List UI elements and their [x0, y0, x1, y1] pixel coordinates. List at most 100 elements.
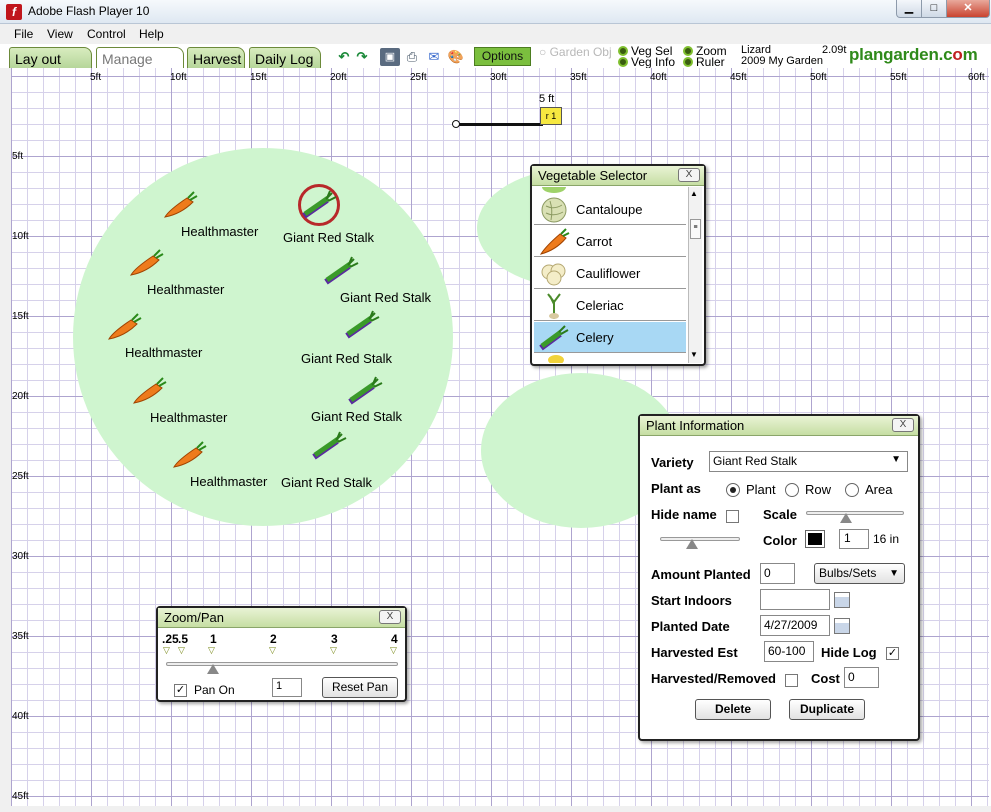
color-swatch[interactable]: [805, 530, 825, 548]
color-label: Color: [763, 533, 797, 548]
carrot-icon: [539, 228, 570, 255]
carrot-icon[interactable]: [161, 190, 199, 220]
chevron-down-icon: ▼: [889, 568, 899, 579]
celery-icon[interactable]: [323, 256, 361, 286]
save-icon[interactable]: ▣: [380, 48, 400, 66]
plant-label: Giant Red Stalk: [283, 230, 375, 245]
vegetable-selector-header[interactable]: Vegetable Selector X: [532, 166, 704, 186]
start-indoors-label: Start Indoors: [651, 593, 732, 608]
maximize-button[interactable]: □: [921, 0, 947, 18]
toggle-on-icon: [683, 57, 693, 67]
reset-pan-button[interactable]: Reset Pan: [322, 677, 398, 698]
label-position-slider[interactable]: [660, 537, 740, 541]
tab-manage-veg[interactable]: Manage Veg: [96, 47, 184, 83]
list-item[interactable]: Celeriac: [534, 290, 686, 321]
plant-label: Healthmaster: [125, 345, 203, 360]
zoom-slider-thumb[interactable]: [207, 664, 219, 674]
x-tick: 35ft: [570, 72, 587, 83]
measure-ruler-line[interactable]: [457, 123, 543, 126]
variety-label: Variety: [651, 455, 694, 470]
plant-as-row-label: Row: [805, 482, 832, 497]
carrot-icon[interactable]: [105, 312, 143, 342]
plant-information-panel: Plant Information X Variety Giant Red St…: [638, 414, 920, 741]
plant-information-close-button[interactable]: X: [892, 418, 914, 432]
x-tick: 45ft: [730, 72, 747, 83]
calendar-icon[interactable]: [834, 592, 850, 608]
tape-measure-icon[interactable]: r 1: [540, 107, 562, 125]
pan-value-input[interactable]: 1: [272, 678, 302, 697]
plant-as-row-radio[interactable]: [785, 483, 799, 497]
plant-information-header[interactable]: Plant Information X: [640, 416, 918, 436]
zoom-pan-header[interactable]: Zoom/Pan X: [158, 608, 405, 628]
scale-slider[interactable]: [806, 511, 904, 515]
harvested-est-input[interactable]: 60-100: [764, 641, 814, 662]
email-icon[interactable]: ✉: [424, 48, 444, 66]
scale-slider-thumb[interactable]: [840, 513, 852, 523]
tab-daily-log[interactable]: Daily Log: [249, 47, 321, 68]
scroll-up-icon[interactable]: ▲: [690, 189, 698, 198]
hide-log-checkbox[interactable]: ✓: [886, 647, 899, 660]
duplicate-button[interactable]: Duplicate: [789, 699, 865, 720]
menu-view[interactable]: View: [47, 27, 73, 41]
list-item[interactable]: Cauliflower: [534, 258, 686, 289]
pan-on-checkbox[interactable]: ✓: [174, 684, 187, 697]
label-position-slider-thumb[interactable]: [686, 539, 698, 549]
paint-palette-icon[interactable]: 🎨: [446, 48, 466, 66]
delete-button[interactable]: Delete: [695, 699, 771, 720]
flash-app-icon: f: [6, 4, 22, 20]
vegetable-list-scrollbar[interactable]: ▲ ≡ ▼: [688, 187, 702, 363]
carrot-icon[interactable]: [170, 440, 208, 470]
scrollbar-thumb[interactable]: ≡: [690, 219, 701, 239]
color-count-input[interactable]: 1: [839, 529, 869, 549]
options-button[interactable]: Options: [474, 47, 531, 66]
planted-date-input[interactable]: 4/27/2009: [760, 615, 830, 636]
undo-icon[interactable]: ↶: [334, 48, 354, 66]
menu-help[interactable]: Help: [139, 27, 164, 41]
zoom-mark: 2: [270, 632, 277, 646]
scroll-down-icon[interactable]: ▼: [690, 350, 698, 359]
plant-as-plant-radio[interactable]: [726, 483, 740, 497]
ruler-toggle[interactable]: Ruler: [683, 55, 725, 69]
celery-icon[interactable]: [301, 190, 339, 220]
celery-icon[interactable]: [311, 431, 349, 461]
celery-icon[interactable]: [344, 310, 382, 340]
plangarden-logo[interactable]: plangarden.com: [849, 45, 978, 65]
amount-planted-input[interactable]: 0: [760, 563, 795, 584]
zoom-pan-close-button[interactable]: X: [379, 610, 401, 624]
list-item-selected[interactable]: Celery: [534, 322, 686, 353]
measure-ruler-handle[interactable]: [452, 120, 460, 128]
plant-as-area-radio[interactable]: [845, 483, 859, 497]
list-item[interactable]: Carrot: [534, 226, 686, 257]
y-tick: 35ft: [12, 631, 29, 642]
variety-dropdown[interactable]: Giant Red Stalk ▼: [709, 451, 908, 472]
celery-icon[interactable]: [347, 376, 385, 406]
vegetable-selector-close-button[interactable]: X: [678, 168, 700, 182]
plant-label: Giant Red Stalk: [281, 475, 373, 490]
menu-file[interactable]: File: [14, 27, 33, 41]
harvested-removed-checkbox[interactable]: [785, 674, 798, 687]
amount-unit-dropdown[interactable]: Bulbs/Sets ▼: [814, 563, 905, 584]
hide-name-checkbox[interactable]: [726, 510, 739, 523]
menu-control[interactable]: Control: [87, 27, 126, 41]
calendar-icon[interactable]: [834, 618, 850, 634]
close-window-button[interactable]: ✕: [946, 0, 990, 18]
tab-harvest[interactable]: Harvest: [187, 47, 245, 68]
zoom-slider[interactable]: [166, 662, 398, 666]
garden-obj-toggle[interactable]: ○ Garden Obj: [539, 45, 612, 59]
minimize-button[interactable]: ▁: [896, 0, 922, 18]
x-tick: 55ft: [890, 72, 907, 83]
vegetable-list[interactable]: Cantaloupe Carrot Cauliflower Celeriac C…: [532, 187, 704, 363]
veg-info-toggle[interactable]: Veg Info: [618, 55, 675, 69]
redo-icon[interactable]: ↷: [352, 48, 372, 66]
carrot-icon[interactable]: [127, 248, 165, 278]
canvas-bottom-margin: [0, 806, 991, 812]
list-item[interactable]: Cantaloupe: [534, 194, 686, 225]
x-tick: 40ft: [650, 72, 667, 83]
cantaloupe-icon: [541, 197, 567, 223]
cost-input[interactable]: 0: [844, 667, 879, 688]
x-tick: 5ft: [90, 72, 102, 83]
start-indoors-input[interactable]: [760, 589, 830, 610]
carrot-icon[interactable]: [130, 376, 168, 406]
print-icon[interactable]: ⎙: [402, 48, 422, 66]
tab-lay-out-plot[interactable]: Lay out Plot: [9, 47, 92, 83]
